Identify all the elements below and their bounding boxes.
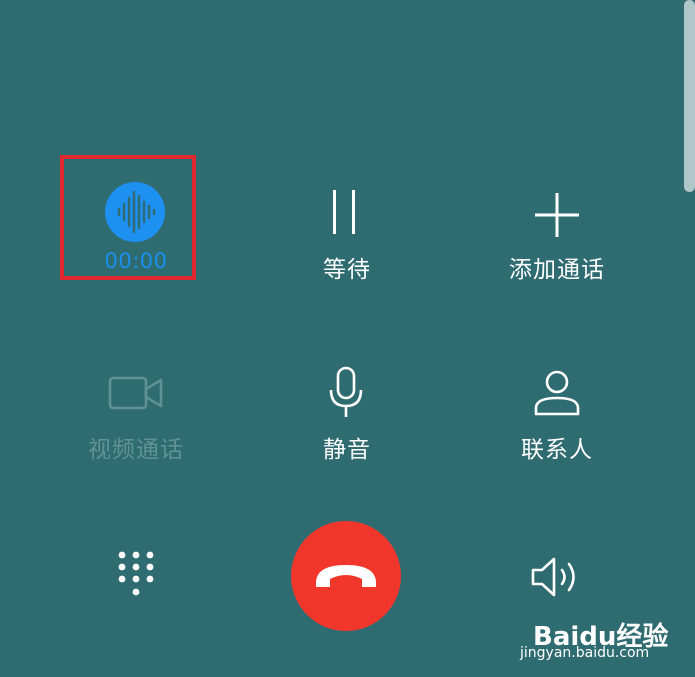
hold-label: 等待	[323, 257, 371, 283]
highlight-box	[60, 155, 196, 280]
dialpad-icon[interactable]	[116, 550, 156, 602]
video-camera-icon	[108, 376, 163, 410]
contacts-label: 联系人	[521, 437, 593, 463]
add-call-label: 添加通话	[509, 257, 605, 283]
plus-icon	[535, 193, 579, 237]
watermark-url: jingyan.baidu.com	[520, 645, 650, 661]
phone-hangup-icon	[316, 565, 376, 587]
pause-icon	[333, 190, 355, 234]
end-call-button[interactable]	[291, 521, 401, 631]
microphone-icon	[329, 366, 363, 417]
scrollbar[interactable]	[684, 0, 695, 192]
person-icon	[534, 370, 580, 416]
mute-label: 静音	[323, 437, 371, 463]
video-call-label: 视频通话	[88, 437, 184, 463]
speaker-icon[interactable]	[530, 555, 584, 599]
